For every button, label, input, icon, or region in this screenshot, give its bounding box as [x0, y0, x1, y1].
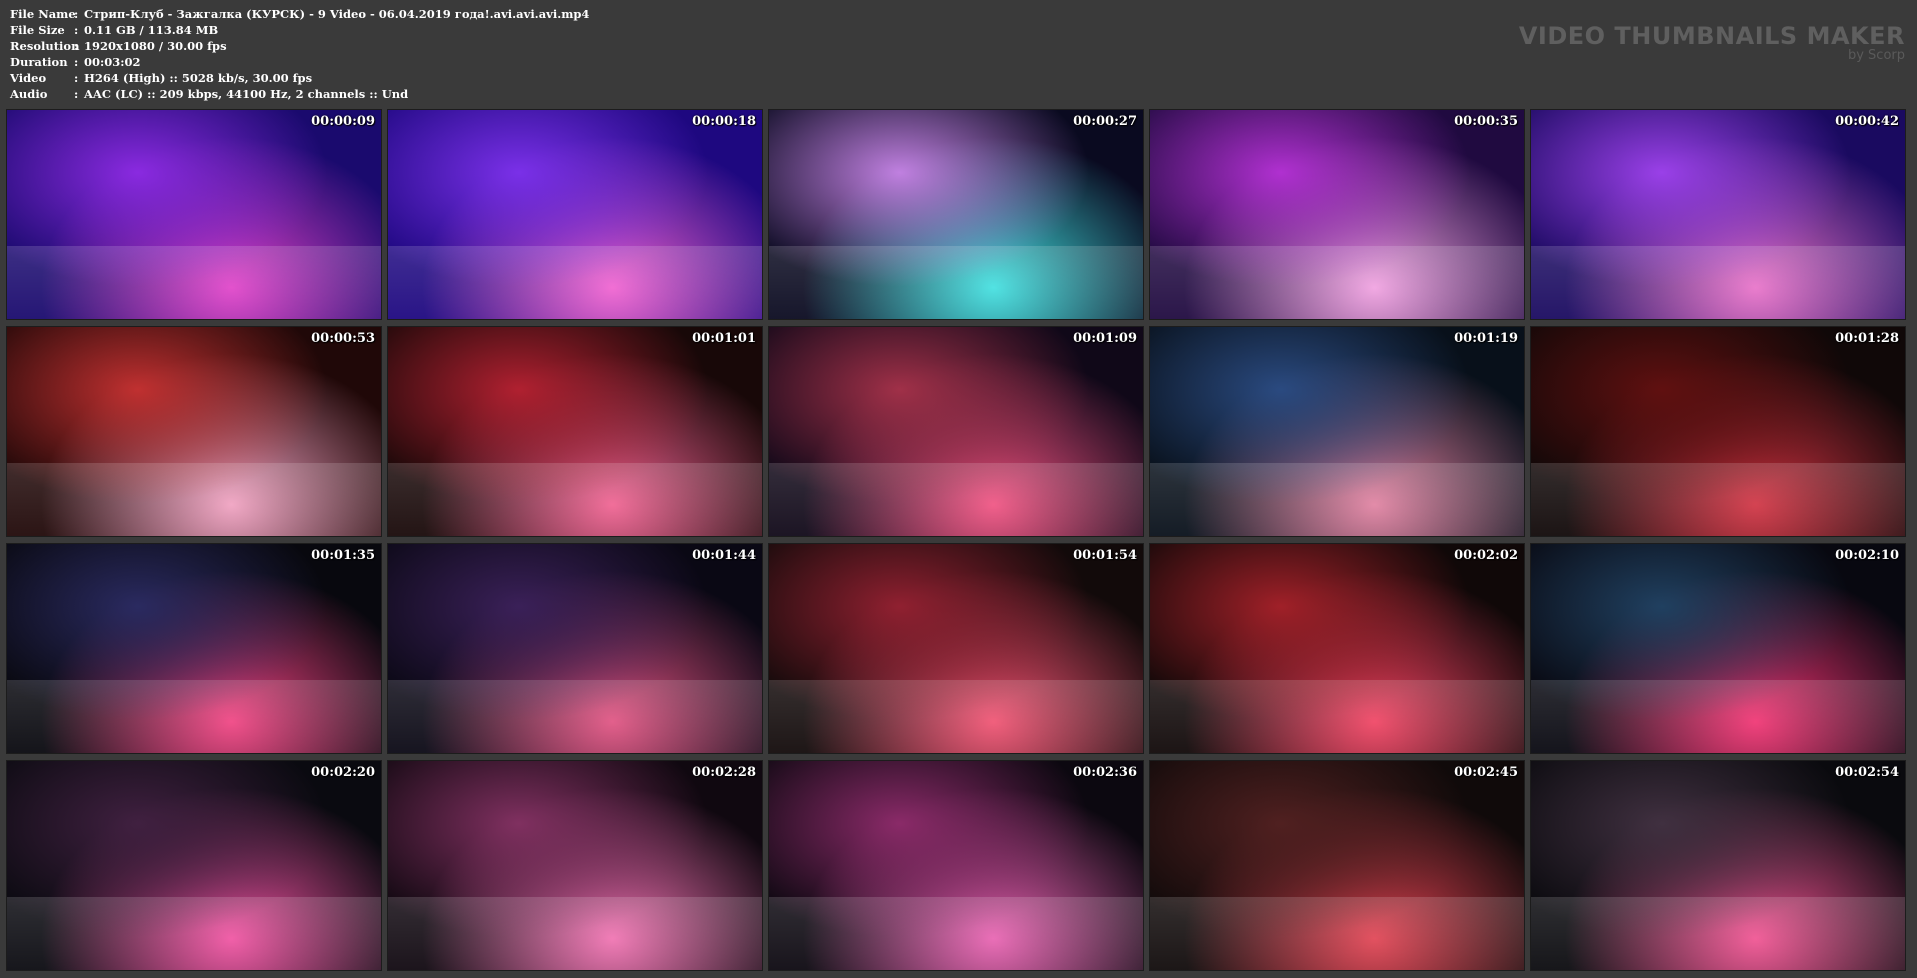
video-thumbnail[interactable]: 00:00:27: [768, 109, 1144, 320]
video-thumbnail[interactable]: 00:02:10: [1530, 543, 1906, 754]
info-key: Video: [10, 71, 47, 85]
info-key: Resolution: [10, 39, 80, 53]
thumbnail-scene: [7, 896, 381, 970]
timestamp-label: 00:00:27: [1073, 114, 1137, 129]
thumbnail-scene: [1531, 896, 1905, 970]
timestamp-label: 00:01:54: [1073, 548, 1137, 563]
info-row: Audio: AAC (LC) :: 209 kbps, 44100 Hz, 2 …: [10, 86, 589, 102]
info-row: File Size:0.11 GB / 113.84 MB: [10, 22, 589, 38]
info-value: 00:03:02: [84, 55, 141, 69]
info-colon: :: [74, 71, 79, 85]
timestamp-label: 00:01:09: [1073, 331, 1137, 346]
video-thumbnail[interactable]: 00:02:45: [1149, 760, 1525, 971]
info-value: Стрип-Клуб - Зажгалка (КУРСК) - 9 Video …: [84, 7, 590, 21]
timestamp-label: 00:02:20: [311, 765, 375, 780]
thumbnail-scene: [388, 896, 762, 970]
info-value: 1920x1080 / 30.00 fps: [84, 39, 227, 53]
brand-watermark: VIDEO THUMBNAILS MAKER by Scorp: [1519, 22, 1905, 63]
info-colon: :: [74, 87, 79, 101]
video-thumbnail[interactable]: 00:02:02: [1149, 543, 1525, 754]
video-thumbnail[interactable]: 00:01:01: [387, 326, 763, 537]
thumbnail-scene: [388, 679, 762, 753]
info-row: Resolution:1920x1080 / 30.00 fps: [10, 38, 589, 54]
brand-subtitle: by Scorp: [1847, 48, 1905, 63]
thumbnail-scene: [1150, 462, 1524, 536]
thumbnail-scene: [1531, 462, 1905, 536]
timestamp-label: 00:02:45: [1454, 765, 1518, 780]
thumbnail-scene: [1531, 679, 1905, 753]
timestamp-label: 00:01:35: [311, 548, 375, 563]
thumbnail-grid: 00:00:09 00:00:18 00:00:27 00:00:35 00:00:42…: [6, 109, 1906, 971]
timestamp-label: 00:01:01: [692, 331, 756, 346]
thumbnail-scene: [388, 245, 762, 319]
info-value: H264 (High) :: 5028 kb/s, 30.00 fps: [84, 71, 313, 85]
timestamp-label: 00:01:28: [1835, 331, 1899, 346]
thumbnail-scene: [7, 679, 381, 753]
video-thumbnail[interactable]: 00:02:36: [768, 760, 1144, 971]
info-row: Duration:00:03:02: [10, 54, 589, 70]
info-value: 0.11 GB / 113.84 MB: [84, 23, 219, 37]
timestamp-label: 00:01:19: [1454, 331, 1518, 346]
thumbnail-scene: [1150, 679, 1524, 753]
file-info-panel: File Name: Стрип-Клуб - Зажгалка (КУРСК) …: [10, 6, 589, 102]
timestamp-label: 00:00:53: [311, 331, 375, 346]
timestamp-label: 00:00:42: [1835, 114, 1899, 129]
info-key: File Name: [10, 7, 76, 21]
thumbnail-scene: [1150, 896, 1524, 970]
timestamp-label: 00:02:28: [692, 765, 756, 780]
video-thumbnail[interactable]: 00:01:35: [6, 543, 382, 754]
thumbnail-scene: [7, 462, 381, 536]
timestamp-label: 00:02:10: [1835, 548, 1899, 563]
video-thumbnail[interactable]: 00:00:18: [387, 109, 763, 320]
video-thumbnail[interactable]: 00:00:53: [6, 326, 382, 537]
video-thumbnail[interactable]: 00:02:20: [6, 760, 382, 971]
info-colon: :: [74, 7, 79, 21]
thumbnail-scene: [769, 462, 1143, 536]
info-key: Audio: [10, 87, 48, 101]
info-key: Duration: [10, 55, 68, 69]
video-thumbnail[interactable]: 00:01:28: [1530, 326, 1906, 537]
timestamp-label: 00:02:36: [1073, 765, 1137, 780]
thumbnail-scene: [1531, 245, 1905, 319]
info-row: Video: H264 (High) :: 5028 kb/s, 30.00 fp…: [10, 70, 589, 86]
info-colon: :: [74, 39, 79, 53]
info-key: File Size: [10, 23, 65, 37]
timestamp-label: 00:02:54: [1835, 765, 1899, 780]
timestamp-label: 00:00:09: [311, 114, 375, 129]
video-thumbnail[interactable]: 00:00:09: [6, 109, 382, 320]
timestamp-label: 00:00:35: [1454, 114, 1518, 129]
info-value: AAC (LC) :: 209 kbps, 44100 Hz, 2 channe…: [84, 87, 409, 101]
timestamp-label: 00:02:02: [1454, 548, 1518, 563]
video-thumbnail[interactable]: 00:02:54: [1530, 760, 1906, 971]
thumbnail-scene: [769, 245, 1143, 319]
thumbnail-scene: [769, 896, 1143, 970]
info-colon: :: [74, 23, 79, 37]
video-thumbnail[interactable]: 00:01:09: [768, 326, 1144, 537]
timestamp-label: 00:01:44: [692, 548, 756, 563]
info-row: File Name: Стрип-Клуб - Зажгалка (КУРСК) …: [10, 6, 589, 22]
video-thumbnail[interactable]: 00:01:54: [768, 543, 1144, 754]
video-thumbnail[interactable]: 00:01:19: [1149, 326, 1525, 537]
thumbnail-scene: [1150, 245, 1524, 319]
brand-title: VIDEO THUMBNAILS MAKER: [1518, 22, 1905, 50]
thumbnail-scene: [7, 245, 381, 319]
video-thumbnail[interactable]: 00:00:42: [1530, 109, 1906, 320]
thumbnail-scene: [388, 462, 762, 536]
info-colon: :: [74, 55, 79, 69]
thumbnail-scene: [769, 679, 1143, 753]
timestamp-label: 00:00:18: [692, 114, 756, 129]
video-thumbnail[interactable]: 00:01:44: [387, 543, 763, 754]
video-thumbnail[interactable]: 00:02:28: [387, 760, 763, 971]
video-thumbnail[interactable]: 00:00:35: [1149, 109, 1525, 320]
